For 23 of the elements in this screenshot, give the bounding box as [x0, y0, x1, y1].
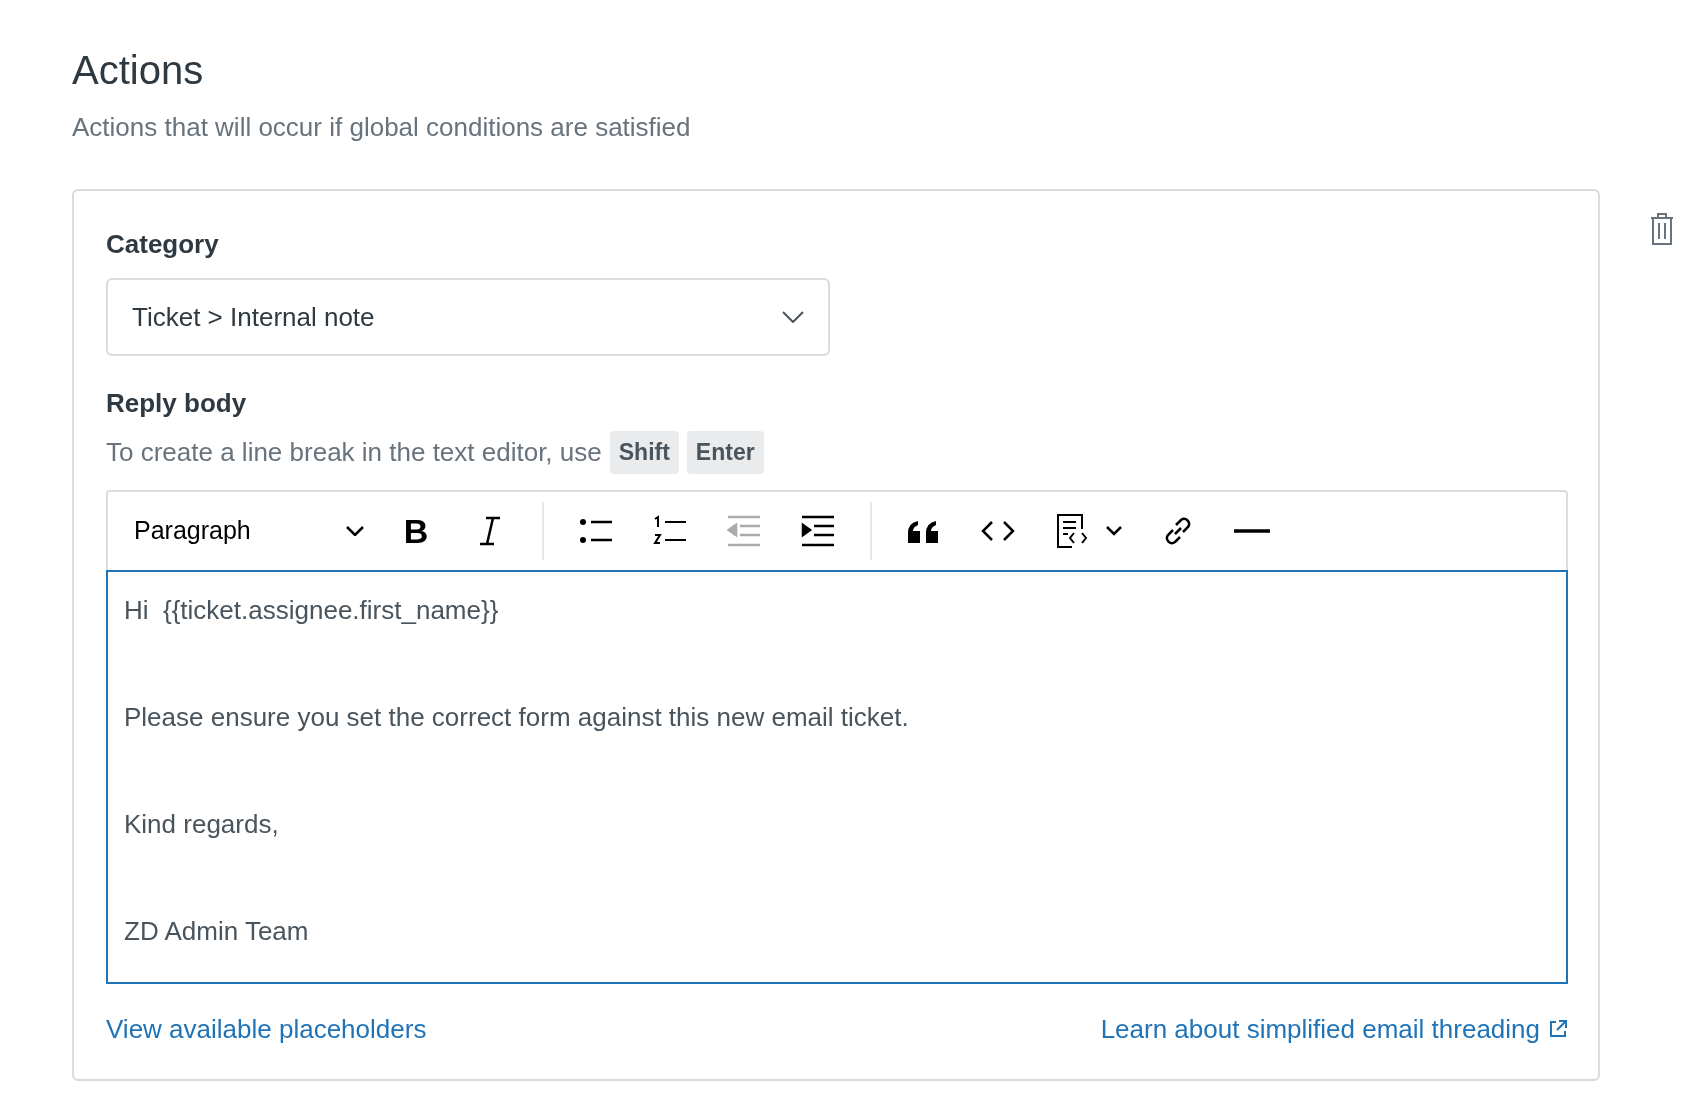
section-title: Actions — [72, 47, 205, 94]
code-block-icon — [1054, 512, 1090, 549]
reply-body-label: Reply body — [106, 387, 248, 420]
chevron-down-icon — [782, 311, 804, 323]
keyboard-key: Enter — [686, 431, 764, 474]
section-subtitle: Actions that will occur if global conditions are satisfied — [72, 111, 692, 144]
bold-button[interactable]: B — [384, 506, 448, 555]
editor-paragraph: ZD Admin Team — [124, 916, 310, 945]
editor-paragraph: Kind regards, — [124, 809, 280, 838]
external-link[interactable]: Learn about simplified email threading — [1100, 1009, 1568, 1049]
category-select[interactable]: Ticket > Internal note — [106, 278, 830, 356]
keyboard-key: Shift — [609, 431, 679, 474]
editor-paragraph: Hi {{ticket.assignee.first_name}} — [124, 595, 500, 624]
link[interactable]: View available placeholders — [106, 1009, 427, 1049]
chevron-down-icon — [1106, 525, 1122, 536]
block-format-dropdown[interactable]: Paragraph — [124, 505, 374, 556]
chevron-down-icon — [346, 525, 364, 536]
external-link-icon — [1548, 1019, 1568, 1039]
horizontal-line-icon — [1234, 528, 1270, 533]
category-label: Category — [106, 228, 220, 261]
editor-paragraph: Please ensure you set the correct form against this new email ticket. — [124, 702, 910, 731]
delete-icon[interactable] — [1650, 212, 1674, 246]
hint-text: To create a line break in the text editor, use — [106, 435, 602, 469]
